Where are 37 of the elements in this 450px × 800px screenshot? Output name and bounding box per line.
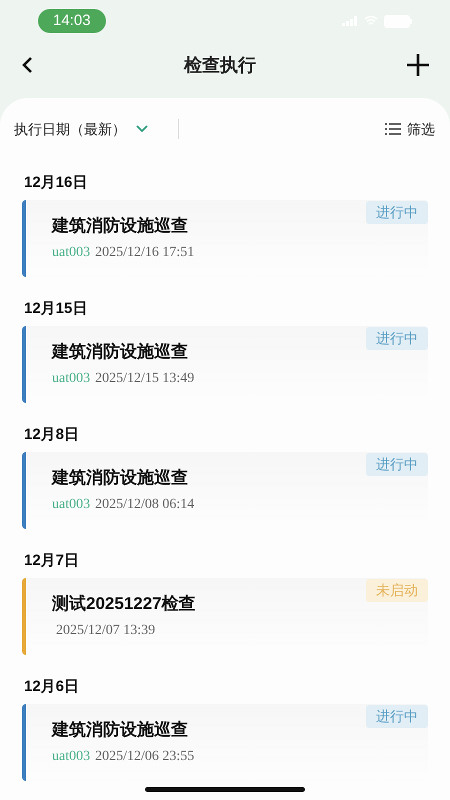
inspection-card[interactable]: 建筑消防设施巡查 uat003 2025/12/06 23:55 进行中 (22, 704, 428, 781)
inspection-card[interactable]: 建筑消防设施巡查 uat003 2025/12/16 17:51 进行中 (22, 200, 428, 277)
timestamp: 2025/12/06 23:55 (95, 748, 194, 766)
user-name: uat003 (52, 370, 90, 388)
user-name: uat003 (52, 244, 90, 262)
date-heading: 12月15日 (23, 299, 88, 319)
card-title: 测试20251227检查 (52, 593, 197, 615)
inspection-card[interactable]: 建筑消防设施巡查 uat003 2025/12/15 13:49 进行中 (22, 326, 428, 403)
date-heading: 12月8日 (23, 425, 80, 445)
status-time: 14:03 (38, 8, 106, 34)
status-badge: 进行中 (366, 201, 428, 224)
date-heading: 12月7日 (23, 551, 80, 571)
page-title: 检查执行 (184, 54, 256, 76)
card-title: 建筑消防设施巡查 (52, 719, 189, 741)
status-badge: 进行中 (366, 453, 428, 476)
user-name: uat003 (52, 496, 90, 514)
filter-button[interactable]: 筛选 (385, 118, 436, 140)
inspection-card[interactable]: 测试20251227检查 2025/12/07 13:39 未启动 (22, 578, 428, 655)
status-badge: 未启动 (366, 579, 428, 602)
status-badge: 进行中 (366, 705, 428, 728)
card-title: 建筑消防设施巡查 (52, 215, 189, 237)
timestamp: 2025/12/16 17:51 (95, 244, 194, 262)
status-badge: 进行中 (366, 327, 428, 350)
back-icon[interactable] (20, 56, 34, 74)
date-heading: 12月16日 (23, 173, 88, 193)
timestamp: 2025/12/15 13:49 (95, 370, 194, 388)
timestamp: 2025/12/08 06:14 (95, 496, 194, 514)
user-name: uat003 (52, 748, 90, 766)
chevron-down-icon (136, 125, 148, 133)
list-icon (385, 123, 401, 135)
card-title: 建筑消防设施巡查 (52, 341, 189, 363)
add-icon[interactable] (406, 53, 430, 77)
date-heading: 12月6日 (23, 677, 80, 697)
timestamp: 2025/12/07 13:39 (56, 622, 156, 640)
sort-dropdown[interactable]: 执行日期（最新） (14, 118, 148, 140)
inspection-card[interactable]: 建筑消防设施巡查 uat003 2025/12/08 06:14 进行中 (22, 452, 428, 529)
card-title: 建筑消防设施巡查 (52, 467, 189, 489)
